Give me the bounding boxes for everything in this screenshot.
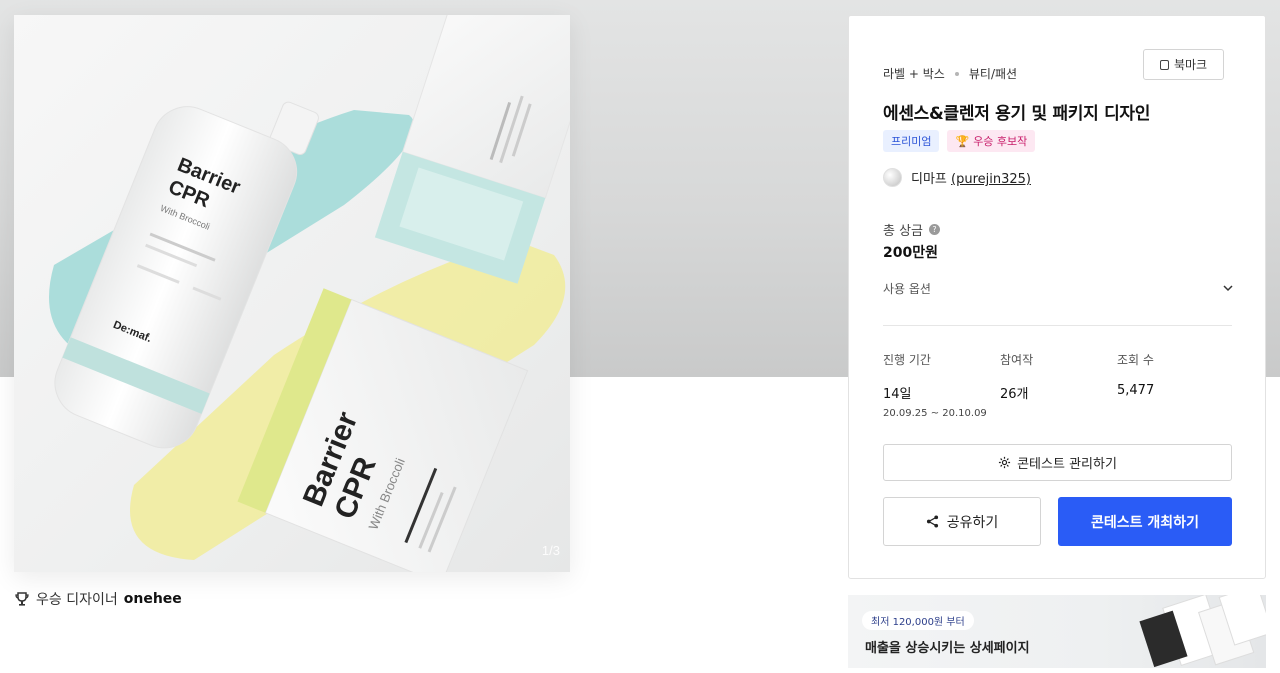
bookmark-label: 북마크 [1173, 58, 1208, 72]
usage-option-toggle[interactable]: 사용 옵션 [883, 278, 1233, 298]
image-counter: 1/3 [541, 543, 560, 558]
premium-badge-label: 프리미엄 [891, 135, 932, 148]
bookmark-button[interactable]: 북마크 [1143, 49, 1224, 80]
trophy-icon [15, 592, 29, 606]
bookmark-icon [1159, 59, 1169, 70]
top-box [374, 15, 570, 284]
product-image[interactable]: Barrier CPR With Broccoli De:maf. Barrie… [14, 15, 570, 572]
promo-banner[interactable]: 최저 120,000원 부터 매출을 상승시키는 상세페이지 [848, 595, 1266, 668]
contest-stats: 진행 기간 14일 20.09.25 ~ 20.10.09 참여작 26개 조회… [883, 351, 1234, 419]
stat-label: 진행 기간 [883, 353, 931, 367]
contest-title: 에센스&클렌저 용기 및 패키지 디자인 [883, 104, 1151, 124]
chevron-down-icon [1223, 285, 1233, 292]
manage-contest-button[interactable]: 콘테스트 관리하기 [883, 444, 1232, 481]
prize-label: 총 상금 ? [883, 220, 941, 239]
winner-badge-label: 우승 후보작 [973, 135, 1028, 148]
stat-date-range: 20.09.25 ~ 20.10.09 [883, 408, 987, 419]
owner-name: 디마프 [911, 172, 947, 187]
stat-value: 26개 [1000, 387, 1029, 402]
stat-value: 14일 [883, 387, 912, 402]
share-button[interactable]: 공유하기 [883, 497, 1041, 546]
winner-candidate-badge: 🏆 우승 후보작 [947, 130, 1036, 152]
banner-text: 매출을 상승시키는 상세페이지 [865, 641, 1030, 656]
designer-name[interactable]: onehee [124, 591, 182, 607]
share-label: 공유하기 [946, 514, 999, 531]
breadcrumb-category[interactable]: 라벨 + 박스 [883, 65, 945, 82]
host-contest-label: 콘테스트 개최하기 [1091, 514, 1199, 531]
banner-illustration [1139, 595, 1266, 668]
breadcrumb-separator [954, 71, 959, 76]
avatar [883, 168, 902, 187]
help-icon[interactable]: ? [929, 224, 941, 235]
contest-owner[interactable]: 디마프 (purejin325) [883, 168, 1031, 187]
stat-label: 조회 수 [1117, 353, 1154, 367]
contest-info-panel: 라벨 + 박스 뷰티/패션 북마크 에센스&클렌저 용기 및 패키지 디자인 프… [848, 15, 1266, 579]
winner-designer: 우승 디자이너 onehee [14, 589, 182, 609]
usage-option-label: 사용 옵션 [883, 281, 931, 296]
stat-views: 조회 수 5,477 [1117, 351, 1234, 419]
divider [883, 325, 1232, 326]
designer-prefix: 우승 디자이너 [36, 592, 118, 608]
trophy-icon: 🏆 [955, 134, 970, 148]
stat-period: 진행 기간 14일 20.09.25 ~ 20.10.09 [883, 351, 1000, 419]
share-icon [926, 515, 938, 528]
product-illustration: Barrier CPR With Broccoli De:maf. Barrie… [49, 15, 570, 572]
prize-label-text: 총 상금 [883, 224, 924, 239]
prize-value: 200만원 [883, 245, 938, 261]
manage-contest-label: 콘테스트 관리하기 [1017, 457, 1117, 472]
stat-label: 참여작 [1000, 353, 1034, 367]
stat-value: 5,477 [1117, 383, 1155, 398]
host-contest-button[interactable]: 콘테스트 개최하기 [1058, 497, 1232, 546]
owner-handle[interactable]: (purejin325) [951, 172, 1031, 187]
gear-icon [999, 456, 1011, 469]
breadcrumb-subcategory[interactable]: 뷰티/패션 [969, 65, 1017, 82]
banner-price-chip: 최저 120,000원 부터 [862, 611, 974, 630]
breadcrumb: 라벨 + 박스 뷰티/패션 [883, 65, 1017, 82]
badge-list: 프리미엄 🏆 우승 후보작 [883, 130, 1036, 152]
premium-badge: 프리미엄 [883, 130, 940, 152]
stat-entries: 참여작 26개 [1000, 351, 1117, 419]
